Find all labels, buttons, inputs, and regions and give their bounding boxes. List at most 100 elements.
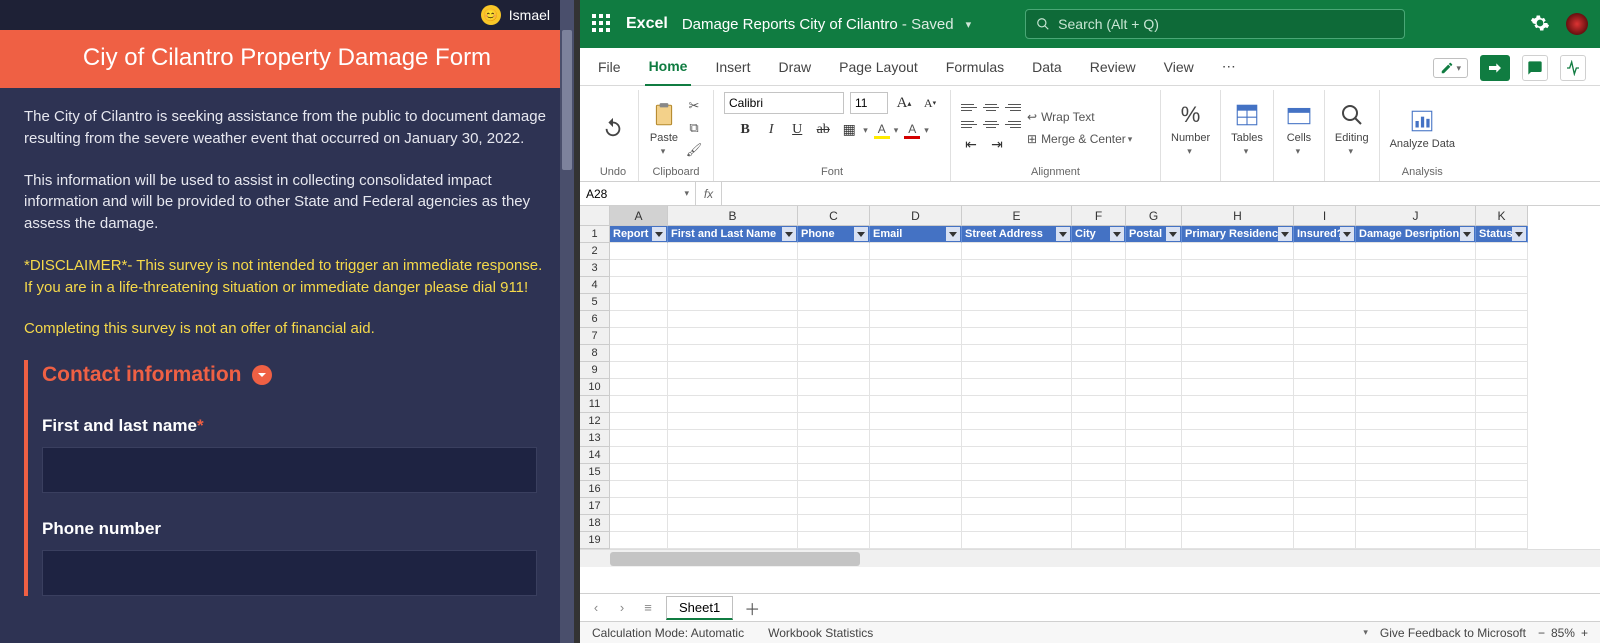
- tab-review[interactable]: Review: [1086, 53, 1140, 85]
- filter-icon[interactable]: [946, 227, 960, 241]
- cell-C18[interactable]: [798, 515, 870, 532]
- cell-I16[interactable]: [1294, 481, 1356, 498]
- cell-D8[interactable]: [870, 345, 962, 362]
- row-head-7[interactable]: 7: [580, 328, 610, 345]
- row-head-8[interactable]: 8: [580, 345, 610, 362]
- search-box[interactable]: Search (Alt + Q): [1025, 9, 1405, 39]
- cell-B18[interactable]: [668, 515, 798, 532]
- cell-E3[interactable]: [962, 260, 1072, 277]
- col-head-C[interactable]: C: [798, 206, 870, 226]
- row-head-17[interactable]: 17: [580, 498, 610, 515]
- cell-B5[interactable]: [668, 294, 798, 311]
- cell-B15[interactable]: [668, 464, 798, 481]
- cell-J17[interactable]: [1356, 498, 1476, 515]
- tab-draw[interactable]: Draw: [774, 53, 815, 85]
- cell-H8[interactable]: [1182, 345, 1294, 362]
- cell-G1[interactable]: Postal: [1126, 226, 1182, 243]
- fx-label[interactable]: fx: [696, 182, 722, 205]
- cell-E2[interactable]: [962, 243, 1072, 260]
- cut-button[interactable]: ✂: [685, 97, 703, 115]
- cell-J16[interactable]: [1356, 481, 1476, 498]
- zoom-out-button[interactable]: −: [1538, 626, 1545, 640]
- cell-G18[interactable]: [1126, 515, 1182, 532]
- cell-K14[interactable]: [1476, 447, 1528, 464]
- cell-E14[interactable]: [962, 447, 1072, 464]
- share-button[interactable]: [1480, 55, 1510, 81]
- cell-I12[interactable]: [1294, 413, 1356, 430]
- copy-button[interactable]: ⧉: [685, 119, 703, 137]
- cell-B1[interactable]: First and Last Name: [668, 226, 798, 243]
- font-color-button[interactable]: A: [904, 122, 920, 139]
- cell-E4[interactable]: [962, 277, 1072, 294]
- cell-I6[interactable]: [1294, 311, 1356, 328]
- tab-more[interactable]: ⋯: [1218, 52, 1240, 85]
- cell-K17[interactable]: [1476, 498, 1528, 515]
- cell-D5[interactable]: [870, 294, 962, 311]
- cell-A11[interactable]: [610, 396, 668, 413]
- row-head-16[interactable]: 16: [580, 481, 610, 498]
- cell-K7[interactable]: [1476, 328, 1528, 345]
- row-head-18[interactable]: 18: [580, 515, 610, 532]
- cell-A8[interactable]: [610, 345, 668, 362]
- cell-K13[interactable]: [1476, 430, 1528, 447]
- merge-center-button[interactable]: ⊞Merge & Center▾: [1027, 132, 1132, 146]
- cell-F2[interactable]: [1072, 243, 1126, 260]
- cell-G6[interactable]: [1126, 311, 1182, 328]
- cell-D7[interactable]: [870, 328, 962, 345]
- cell-F12[interactable]: [1072, 413, 1126, 430]
- cell-C17[interactable]: [798, 498, 870, 515]
- cell-I9[interactable]: [1294, 362, 1356, 379]
- tab-data[interactable]: Data: [1028, 53, 1066, 85]
- col-head-D[interactable]: D: [870, 206, 962, 226]
- cell-K4[interactable]: [1476, 277, 1528, 294]
- editing-mode-button[interactable]: ▾: [1433, 58, 1468, 78]
- strike-button[interactable]: ab: [813, 120, 833, 140]
- cell-K11[interactable]: [1476, 396, 1528, 413]
- cell-K5[interactable]: [1476, 294, 1528, 311]
- cell-B11[interactable]: [668, 396, 798, 413]
- row-head-4[interactable]: 4: [580, 277, 610, 294]
- cell-I1[interactable]: Insured?: [1294, 226, 1356, 243]
- cell-G11[interactable]: [1126, 396, 1182, 413]
- cell-K6[interactable]: [1476, 311, 1528, 328]
- cell-D2[interactable]: [870, 243, 962, 260]
- cell-H9[interactable]: [1182, 362, 1294, 379]
- cell-J19[interactable]: [1356, 532, 1476, 549]
- gear-icon[interactable]: [1530, 13, 1552, 35]
- col-head-F[interactable]: F: [1072, 206, 1126, 226]
- cell-I18[interactable]: [1294, 515, 1356, 532]
- cell-C7[interactable]: [798, 328, 870, 345]
- tab-view[interactable]: View: [1160, 53, 1198, 85]
- tab-file[interactable]: File: [594, 53, 625, 85]
- row-head-2[interactable]: 2: [580, 243, 610, 260]
- cell-I4[interactable]: [1294, 277, 1356, 294]
- cell-K12[interactable]: [1476, 413, 1528, 430]
- cell-E18[interactable]: [962, 515, 1072, 532]
- comments-button[interactable]: [1522, 55, 1548, 81]
- cell-I2[interactable]: [1294, 243, 1356, 260]
- row-head-3[interactable]: 3: [580, 260, 610, 277]
- cell-C1[interactable]: Phone: [798, 226, 870, 243]
- cell-H3[interactable]: [1182, 260, 1294, 277]
- cell-K15[interactable]: [1476, 464, 1528, 481]
- cell-A2[interactable]: [610, 243, 668, 260]
- cell-H6[interactable]: [1182, 311, 1294, 328]
- cell-J5[interactable]: [1356, 294, 1476, 311]
- cell-D11[interactable]: [870, 396, 962, 413]
- cell-C19[interactable]: [798, 532, 870, 549]
- cell-G14[interactable]: [1126, 447, 1182, 464]
- grid-h-scrollbar-thumb[interactable]: [610, 552, 860, 566]
- cell-J15[interactable]: [1356, 464, 1476, 481]
- cell-K8[interactable]: [1476, 345, 1528, 362]
- cell-F11[interactable]: [1072, 396, 1126, 413]
- cells-area[interactable]: Report IDFirst and Last NamePhoneEmailSt…: [610, 226, 1528, 549]
- cell-I5[interactable]: [1294, 294, 1356, 311]
- select-all-corner[interactable]: [580, 206, 610, 226]
- format-painter-button[interactable]: 🖌: [685, 141, 703, 159]
- align-mid-right[interactable]: [1003, 118, 1021, 132]
- cell-G5[interactable]: [1126, 294, 1182, 311]
- cell-I19[interactable]: [1294, 532, 1356, 549]
- cell-J14[interactable]: [1356, 447, 1476, 464]
- cell-D13[interactable]: [870, 430, 962, 447]
- cell-B14[interactable]: [668, 447, 798, 464]
